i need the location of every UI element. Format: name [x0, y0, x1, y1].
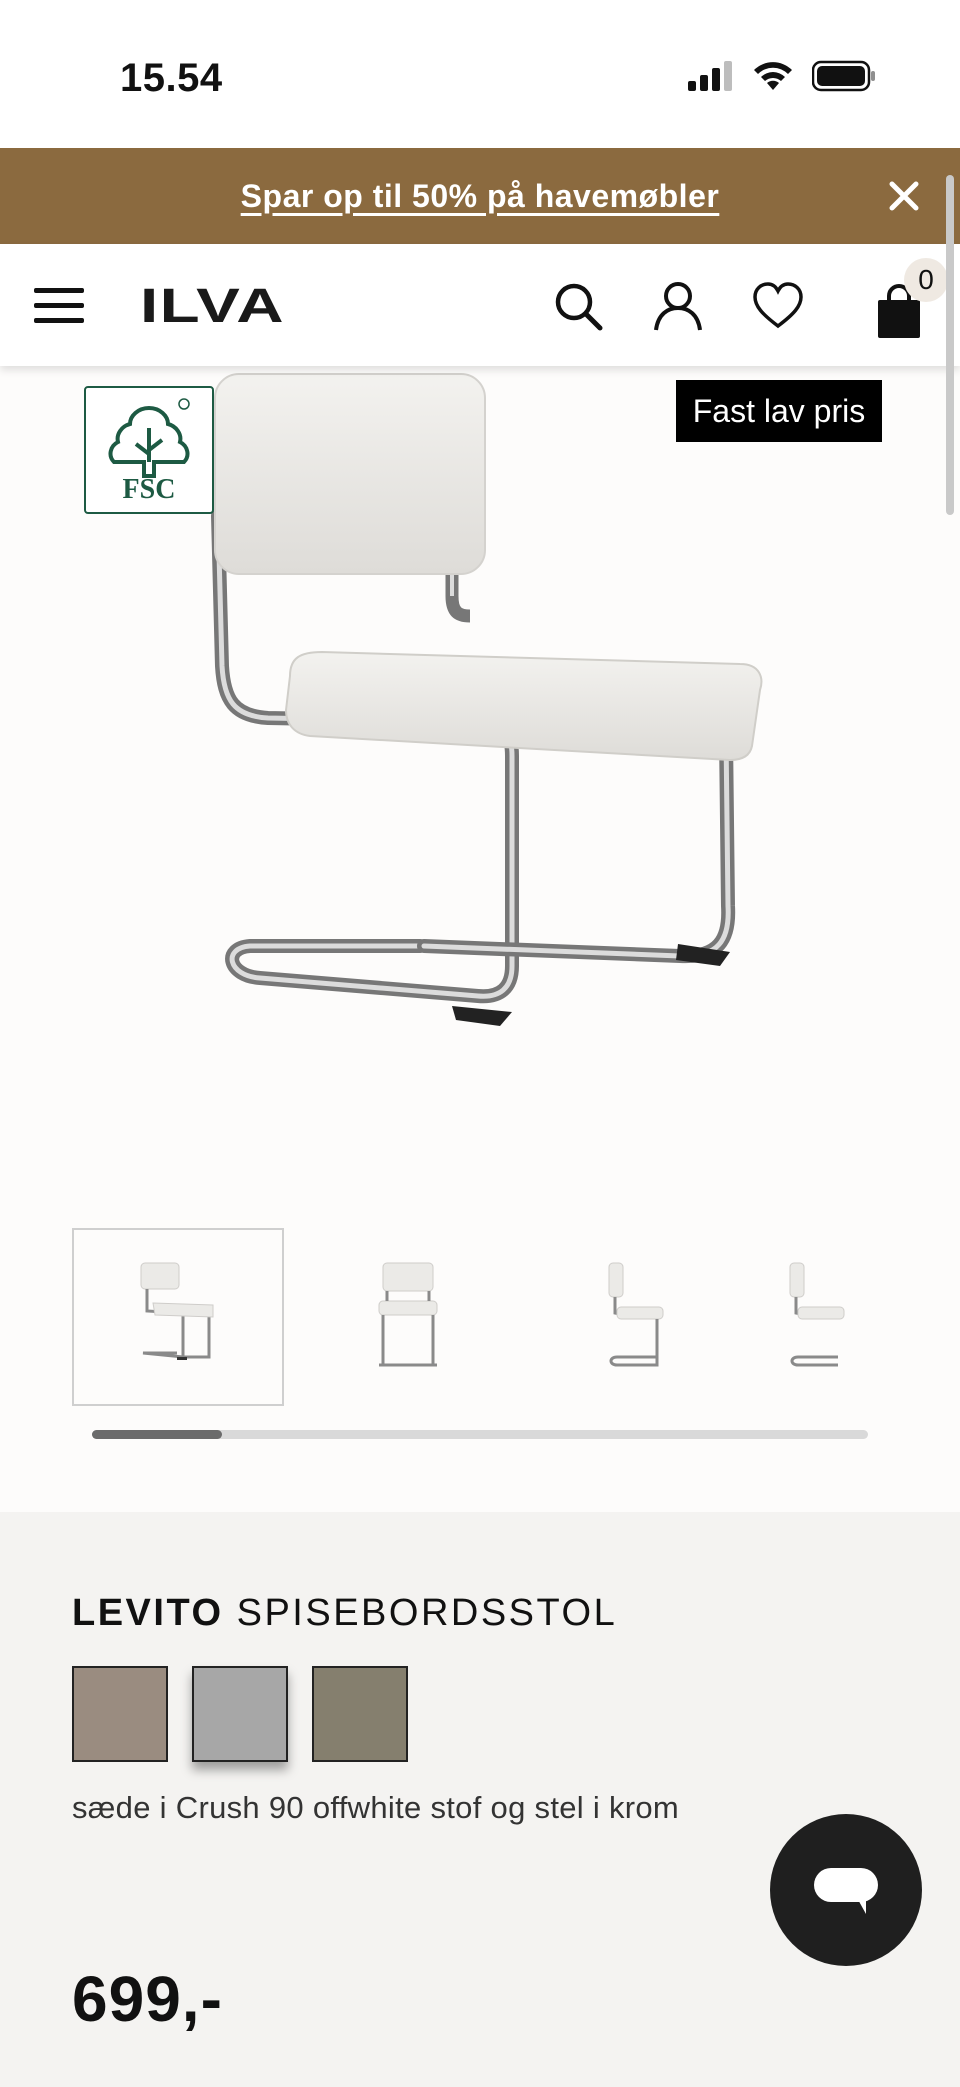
swatch-beige[interactable]	[72, 1666, 168, 1762]
thumbnail-carousel[interactable]	[72, 1228, 888, 1406]
page-scrollbar[interactable]	[946, 175, 954, 515]
thumbnail-scrollbar[interactable]	[92, 1430, 868, 1439]
product-image[interactable]: FSC Fast lav pris	[0, 366, 960, 1210]
svg-text:ILVA: ILVA	[140, 282, 285, 328]
fsc-badge: FSC	[84, 386, 214, 514]
chat-button[interactable]	[770, 1814, 922, 1966]
status-bar: 15.54	[0, 0, 960, 148]
cart-count-badge[interactable]: 0	[904, 258, 948, 302]
site-header: ILVA 0	[0, 244, 960, 366]
fast-lav-pris-tag: Fast lav pris	[676, 380, 882, 442]
promo-banner: Spar op til 50% på havemøbler	[0, 148, 960, 244]
status-icons	[688, 60, 876, 92]
thumbnail-1[interactable]	[72, 1228, 284, 1406]
product-info: LEVITO SPISEBORDSSTOL sæde i Crush 90 of…	[0, 1512, 960, 2087]
status-time: 15.54	[120, 56, 223, 100]
thumbnail-3[interactable]	[532, 1228, 744, 1406]
product-brand: LEVITO	[72, 1592, 224, 1634]
product-name: SPISEBORDSSTOL	[236, 1592, 618, 1634]
product-title: LEVITO SPISEBORDSSTOL	[72, 1592, 617, 1635]
color-swatches	[72, 1666, 408, 1762]
product-page: 15.54 Spar op til 50% på havemøbler ILVA…	[0, 0, 960, 2087]
thumbnail-2[interactable]	[302, 1228, 514, 1406]
svg-text:FSC: FSC	[123, 474, 176, 505]
search-icon[interactable]	[552, 280, 604, 332]
wifi-icon	[754, 62, 792, 90]
swatch-grey[interactable]	[192, 1666, 288, 1762]
product-price: 699,-	[72, 1963, 223, 2035]
hamburger-menu-icon[interactable]	[34, 286, 84, 326]
chat-bubble-icon	[814, 1868, 878, 1914]
cellular-signal-icon	[688, 61, 732, 91]
wishlist-heart-icon[interactable]	[752, 280, 804, 332]
close-icon[interactable]	[886, 178, 922, 214]
swatch-olive[interactable]	[312, 1666, 408, 1762]
ilva-logo[interactable]: ILVA	[140, 282, 285, 328]
variant-description: sæde i Crush 90 offwhite stof og stel i …	[72, 1790, 680, 1825]
thumbnail-4[interactable]	[762, 1228, 888, 1406]
thumbnail-scrollbar-handle[interactable]	[92, 1430, 222, 1439]
promo-link[interactable]: Spar op til 50% på havemøbler	[241, 178, 720, 215]
account-icon[interactable]	[652, 280, 704, 332]
battery-icon	[812, 60, 875, 92]
